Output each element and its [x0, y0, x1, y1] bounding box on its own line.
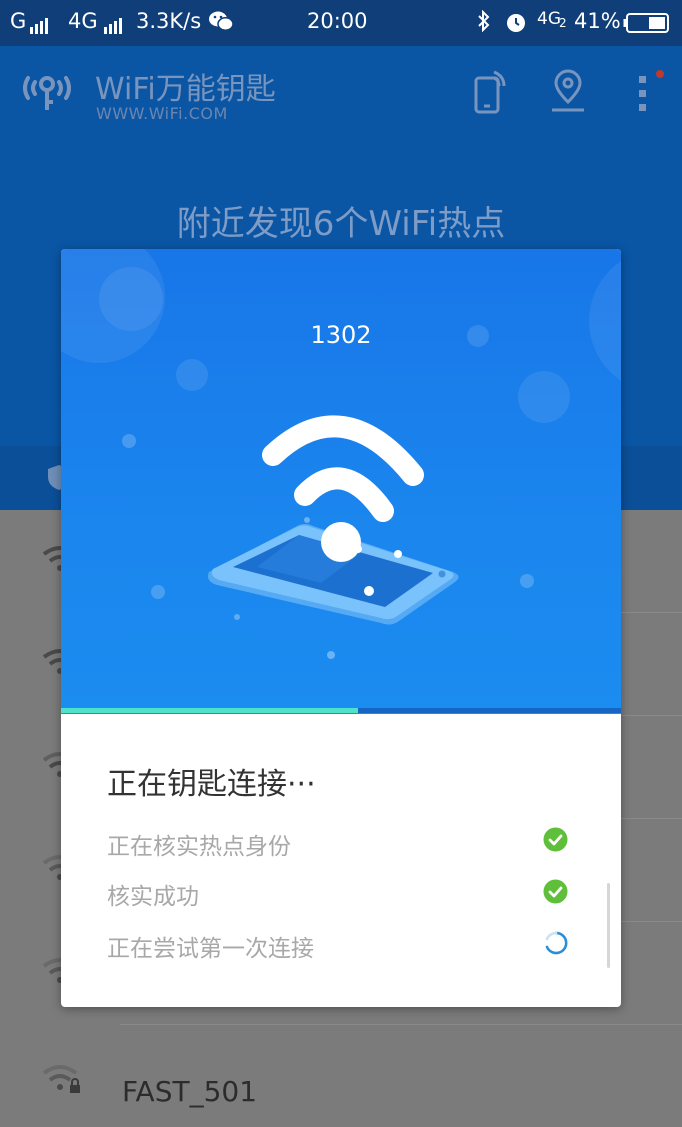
bluetooth-icon: [476, 9, 492, 37]
hotspot-count-heading: 附近发现6个WiFi热点: [176, 204, 506, 244]
wifi-key-logo-icon: [18, 64, 76, 116]
screen: G 4G 3.3K/s 20:00 4G 2 41% WiFi万能钥匙 WWW.…: [0, 0, 682, 1127]
list-item[interactable]: FAST_501: [0, 1025, 682, 1127]
wifi-locked-icon: [40, 1063, 84, 1099]
signal-icon: [30, 9, 50, 34]
sim-index: 2: [559, 16, 567, 30]
step-verify-success-label: 核实成功: [107, 884, 199, 910]
battery-icon: [623, 12, 671, 39]
more-vert-icon[interactable]: [636, 74, 650, 118]
step-verify-hotspot-label: 正在核实热点身份: [107, 834, 291, 860]
battery-percent: 41%: [574, 9, 621, 33]
dialog-title: 正在钥匙连接···: [107, 767, 316, 802]
network-type-label: 4G: [537, 9, 561, 29]
step-first-connect-label: 正在尝试第一次连接: [107, 936, 314, 962]
connecting-dialog: 1302 正在钥匙连接··· 正在核实热点身份 核实成功 正在尝试第一次连接: [61, 249, 621, 1007]
loading-spinner-icon: [543, 930, 569, 960]
alarm-icon: [504, 10, 528, 39]
dialog-scrollbar[interactable]: [607, 883, 610, 968]
wechat-icon: [208, 10, 234, 37]
status-bar: G 4G 3.3K/s 20:00 4G 2 41%: [0, 0, 682, 46]
signal-icon-2: [104, 9, 124, 34]
wifi-phone-illustration: [61, 249, 621, 659]
network-name: FAST_501: [122, 1075, 258, 1108]
connecting-ssid: 1302: [310, 321, 372, 349]
notification-dot: [656, 70, 664, 78]
network-label: 4G: [68, 9, 98, 33]
check-circle-icon: [543, 827, 568, 856]
clock: 20:00: [307, 9, 368, 33]
app-subtitle: WWW.WiFi.COM: [96, 104, 228, 123]
check-circle-icon: [543, 879, 568, 908]
location-pin-icon[interactable]: [546, 68, 590, 118]
dialog-hero: 1302: [61, 249, 621, 714]
connection-progress-fill: [61, 708, 358, 713]
carrier-label: G: [10, 9, 27, 33]
network-speed: 3.3K/s: [136, 9, 202, 33]
app-title: WiFi万能钥匙: [95, 72, 276, 107]
connection-progress-bar: [61, 708, 621, 713]
phone-share-icon[interactable]: [470, 68, 510, 120]
